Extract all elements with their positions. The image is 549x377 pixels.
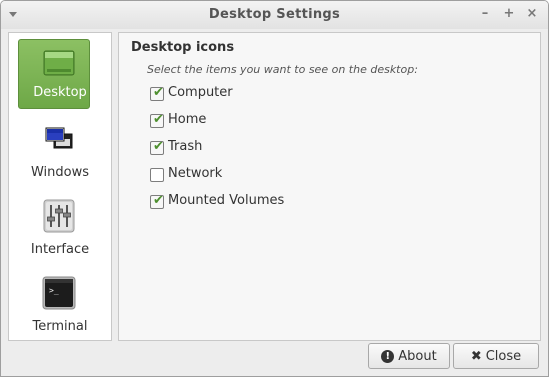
check-icon: ✔	[153, 112, 164, 127]
option-label: Trash	[168, 139, 203, 154]
sidebar-item-label: Terminal	[32, 319, 88, 334]
window-title: Desktop Settings	[208, 7, 341, 22]
option-label: Mounted Volumes	[168, 193, 285, 208]
checkbox-trash[interactable]: ✔	[150, 139, 164, 155]
option-label: Computer	[168, 85, 233, 100]
about-button-label: About	[398, 348, 437, 364]
info-icon: !	[381, 349, 395, 363]
sidebar-item-windows[interactable]: Windows	[9, 116, 111, 188]
checkbox-home[interactable]: ✔	[150, 112, 164, 128]
sidebar-item-label: Windows	[30, 165, 90, 180]
minimize-button[interactable]: –	[477, 6, 493, 22]
terminal-icon: >_	[42, 276, 76, 310]
maximize-button[interactable]: +	[501, 6, 517, 22]
close-x-icon: ✖	[470, 348, 482, 364]
checkbox-mounted-volumes[interactable]: ✔	[150, 193, 164, 209]
sidebar-item-label: Interface	[30, 242, 90, 257]
checkbox-network[interactable]	[150, 168, 164, 182]
close-button[interactable]: ✖ Close	[453, 343, 539, 369]
option-label: Home	[168, 112, 207, 127]
about-button[interactable]: ! About	[368, 343, 450, 369]
checkbox-computer[interactable]: ✔	[150, 85, 164, 101]
check-icon: ✔	[153, 193, 164, 208]
sidebar-item-interface[interactable]: Interface	[9, 193, 111, 265]
sidebar: Desktop Windows Interface >_ Terminal	[8, 32, 112, 341]
option-label: Network	[168, 166, 223, 181]
check-icon: ✔	[153, 85, 164, 100]
sidebar-item-label: Desktop	[33, 85, 87, 100]
section-title: Desktop icons	[131, 40, 235, 55]
hint-text: Select the items you want to see on the …	[147, 63, 418, 76]
interface-sliders-icon	[43, 199, 75, 233]
close-button-label: Close	[485, 348, 522, 364]
desktop-settings-window: Desktop Settings – + × Desktop Windows I…	[0, 0, 549, 377]
close-window-button[interactable]: ×	[524, 6, 540, 22]
titlebar: Desktop Settings – + ×	[1, 1, 548, 29]
svg-text:>_: >_	[49, 286, 59, 295]
desktop-icons-panel: Desktop icons Select the items you want …	[118, 32, 541, 341]
sidebar-item-terminal[interactable]: >_ Terminal	[9, 270, 111, 342]
windows-icon	[45, 127, 73, 149]
sidebar-item-desktop[interactable]: Desktop	[9, 33, 111, 109]
check-icon: ✔	[153, 139, 164, 154]
desktop-icon	[43, 50, 75, 76]
